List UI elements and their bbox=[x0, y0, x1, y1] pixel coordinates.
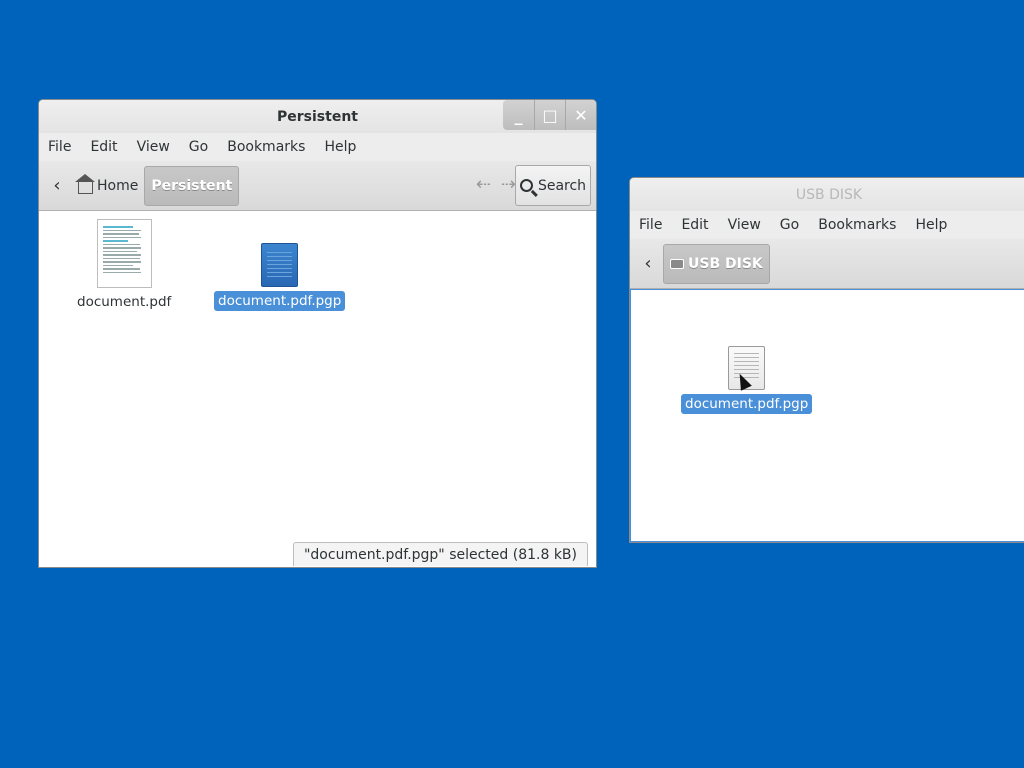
usb-disk-window[interactable]: USB DISK File Edit View Go Bookmarks Hel… bbox=[629, 177, 1024, 543]
file-item-document-pdf-pgp[interactable]: document.pdf.pgp bbox=[681, 332, 813, 414]
menu-view[interactable]: View bbox=[728, 217, 761, 233]
toolbar: ‹ Home Persistent ⇠ ⇢ Search bbox=[39, 161, 596, 211]
toolbar: ‹ USB DISK bbox=[630, 239, 1024, 289]
persistent-window[interactable]: Persistent _ □ ✕ File Edit View Go Bookm… bbox=[38, 99, 597, 568]
breadcrumb-usb-disk[interactable]: USB DISK bbox=[663, 243, 770, 284]
file-item-document-pdf[interactable]: document.pdf bbox=[73, 219, 175, 312]
back-icon[interactable]: ‹ bbox=[633, 253, 663, 274]
maximize-button[interactable]: □ bbox=[534, 100, 565, 130]
blue-document-icon bbox=[261, 243, 299, 287]
titlebar[interactable]: Persistent _ □ ✕ bbox=[39, 100, 596, 133]
file-label: document.pdf.pgp bbox=[681, 394, 813, 414]
file-label: document.pdf bbox=[77, 294, 172, 310]
file-label: document.pdf.pgp bbox=[214, 291, 346, 311]
breadcrumb-label: Home bbox=[97, 177, 139, 194]
drive-icon bbox=[670, 258, 684, 269]
menu-help[interactable]: Help bbox=[324, 139, 356, 155]
history-arrows: ⇠ ⇢ bbox=[476, 174, 516, 195]
menu-edit[interactable]: Edit bbox=[681, 217, 708, 233]
file-view[interactable]: document.pdf document.pdf.pgp "document.… bbox=[39, 211, 596, 567]
back-icon[interactable]: ‹ bbox=[42, 175, 72, 196]
status-bar: "document.pdf.pgp" selected (81.8 kB) bbox=[292, 542, 588, 566]
menu-file[interactable]: File bbox=[48, 139, 71, 155]
search-icon bbox=[519, 179, 533, 192]
menubar: File Edit View Go Bookmarks Help bbox=[39, 133, 596, 161]
menu-view[interactable]: View bbox=[137, 139, 170, 155]
menu-go[interactable]: Go bbox=[189, 139, 208, 155]
history-back-icon[interactable]: ⇠ bbox=[476, 174, 491, 195]
menu-bookmarks[interactable]: Bookmarks bbox=[818, 217, 896, 233]
menu-help[interactable]: Help bbox=[915, 217, 947, 233]
breadcrumb-home[interactable]: Home bbox=[72, 166, 144, 206]
file-item-document-pdf-pgp[interactable]: document.pdf.pgp bbox=[214, 223, 346, 311]
breadcrumb-persistent[interactable]: Persistent bbox=[144, 165, 240, 206]
menu-go[interactable]: Go bbox=[780, 217, 799, 233]
pdf-thumbnail-icon bbox=[96, 219, 152, 288]
breadcrumb-label: USB DISK bbox=[688, 255, 763, 272]
history-forward-icon[interactable]: ⇢ bbox=[501, 174, 516, 195]
search-button[interactable]: Search bbox=[515, 165, 591, 206]
close-button[interactable]: ✕ bbox=[565, 100, 596, 130]
menu-edit[interactable]: Edit bbox=[90, 139, 117, 155]
home-icon bbox=[75, 173, 95, 194]
titlebar[interactable]: USB DISK bbox=[630, 178, 1024, 211]
window-controls: _ □ ✕ bbox=[503, 100, 596, 130]
menu-bookmarks[interactable]: Bookmarks bbox=[227, 139, 305, 155]
menubar: File Edit View Go Bookmarks Help bbox=[630, 211, 1024, 239]
window-title: Persistent bbox=[277, 108, 358, 125]
menu-file[interactable]: File bbox=[639, 217, 662, 233]
minimize-button[interactable]: _ bbox=[503, 100, 534, 130]
window-title: USB DISK bbox=[795, 186, 863, 203]
file-view[interactable]: document.pdf.pgp bbox=[630, 289, 1024, 542]
search-label: Search bbox=[537, 177, 587, 194]
